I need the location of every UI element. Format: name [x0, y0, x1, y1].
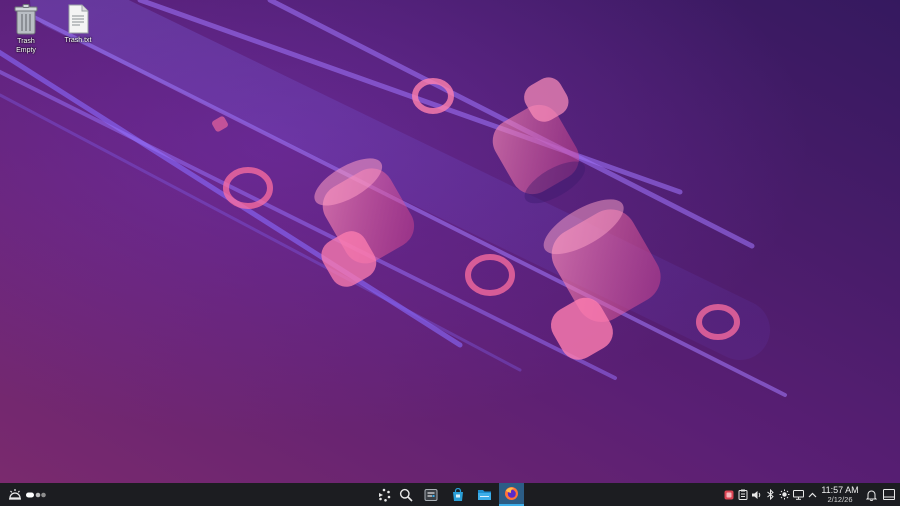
wallpaper [0, 0, 900, 483]
clipboard-icon [738, 489, 747, 500]
clock-time: 11:57 AM [821, 485, 859, 495]
firefox-icon [505, 487, 518, 500]
desktop-icon-trash[interactable]: Trash Empty [0, 3, 52, 55]
digital-clock[interactable]: 11:57 AM 2/12/26 [818, 485, 862, 504]
system-settings-icon [424, 488, 438, 501]
trash-icon [14, 4, 38, 35]
clipboard-tray[interactable] [736, 483, 749, 506]
search-icon [399, 488, 413, 502]
discover-store-task[interactable] [447, 483, 469, 506]
tray-expand-button[interactable] [806, 483, 818, 506]
display-tray[interactable] [792, 483, 805, 506]
tray-expand-chevron-icon [808, 492, 816, 497]
desktop[interactable]: Trash Empty Trash.txt [0, 0, 900, 483]
file-manager-icon [477, 490, 491, 500]
application-launcher[interactable] [6, 483, 24, 506]
notifications-bell-icon [865, 490, 877, 501]
virtual-desktop-pager[interactable] [25, 483, 47, 506]
software-updates-icon [724, 490, 733, 499]
file-manager-task[interactable] [473, 483, 495, 506]
overview-icon [379, 488, 391, 502]
brightness-icon [779, 489, 790, 500]
clock-date: 2/12/26 [827, 495, 853, 504]
bluetooth-icon [767, 489, 774, 500]
display-icon [793, 489, 804, 500]
show-desktop-icon [883, 489, 895, 500]
search-button[interactable] [396, 483, 416, 506]
show-desktop-button[interactable] [881, 483, 897, 506]
volume-icon [752, 490, 761, 499]
desktop-icon-trash-txt[interactable]: Trash.txt [52, 4, 104, 45]
trash-txt-label: Trash.txt [64, 37, 92, 44]
trash-label-line1: Trash [17, 38, 35, 45]
system-settings-task[interactable] [420, 483, 442, 506]
bluetooth-tray[interactable] [764, 483, 777, 506]
overview-button[interactable] [374, 483, 394, 506]
brightness-tray[interactable] [778, 483, 791, 506]
text-file-icon [68, 4, 89, 34]
application-launcher-icon [9, 488, 21, 500]
pager-dots-icon [26, 492, 46, 497]
firefox-task[interactable] [499, 483, 524, 506]
volume-tray[interactable] [750, 483, 763, 506]
taskbar: 11:57 AM 2/12/26 [0, 483, 900, 506]
discover-store-icon [453, 487, 463, 501]
software-updates-tray[interactable] [722, 483, 735, 506]
notifications-button[interactable] [864, 483, 878, 506]
trash-label-line2: Empty [16, 47, 36, 54]
